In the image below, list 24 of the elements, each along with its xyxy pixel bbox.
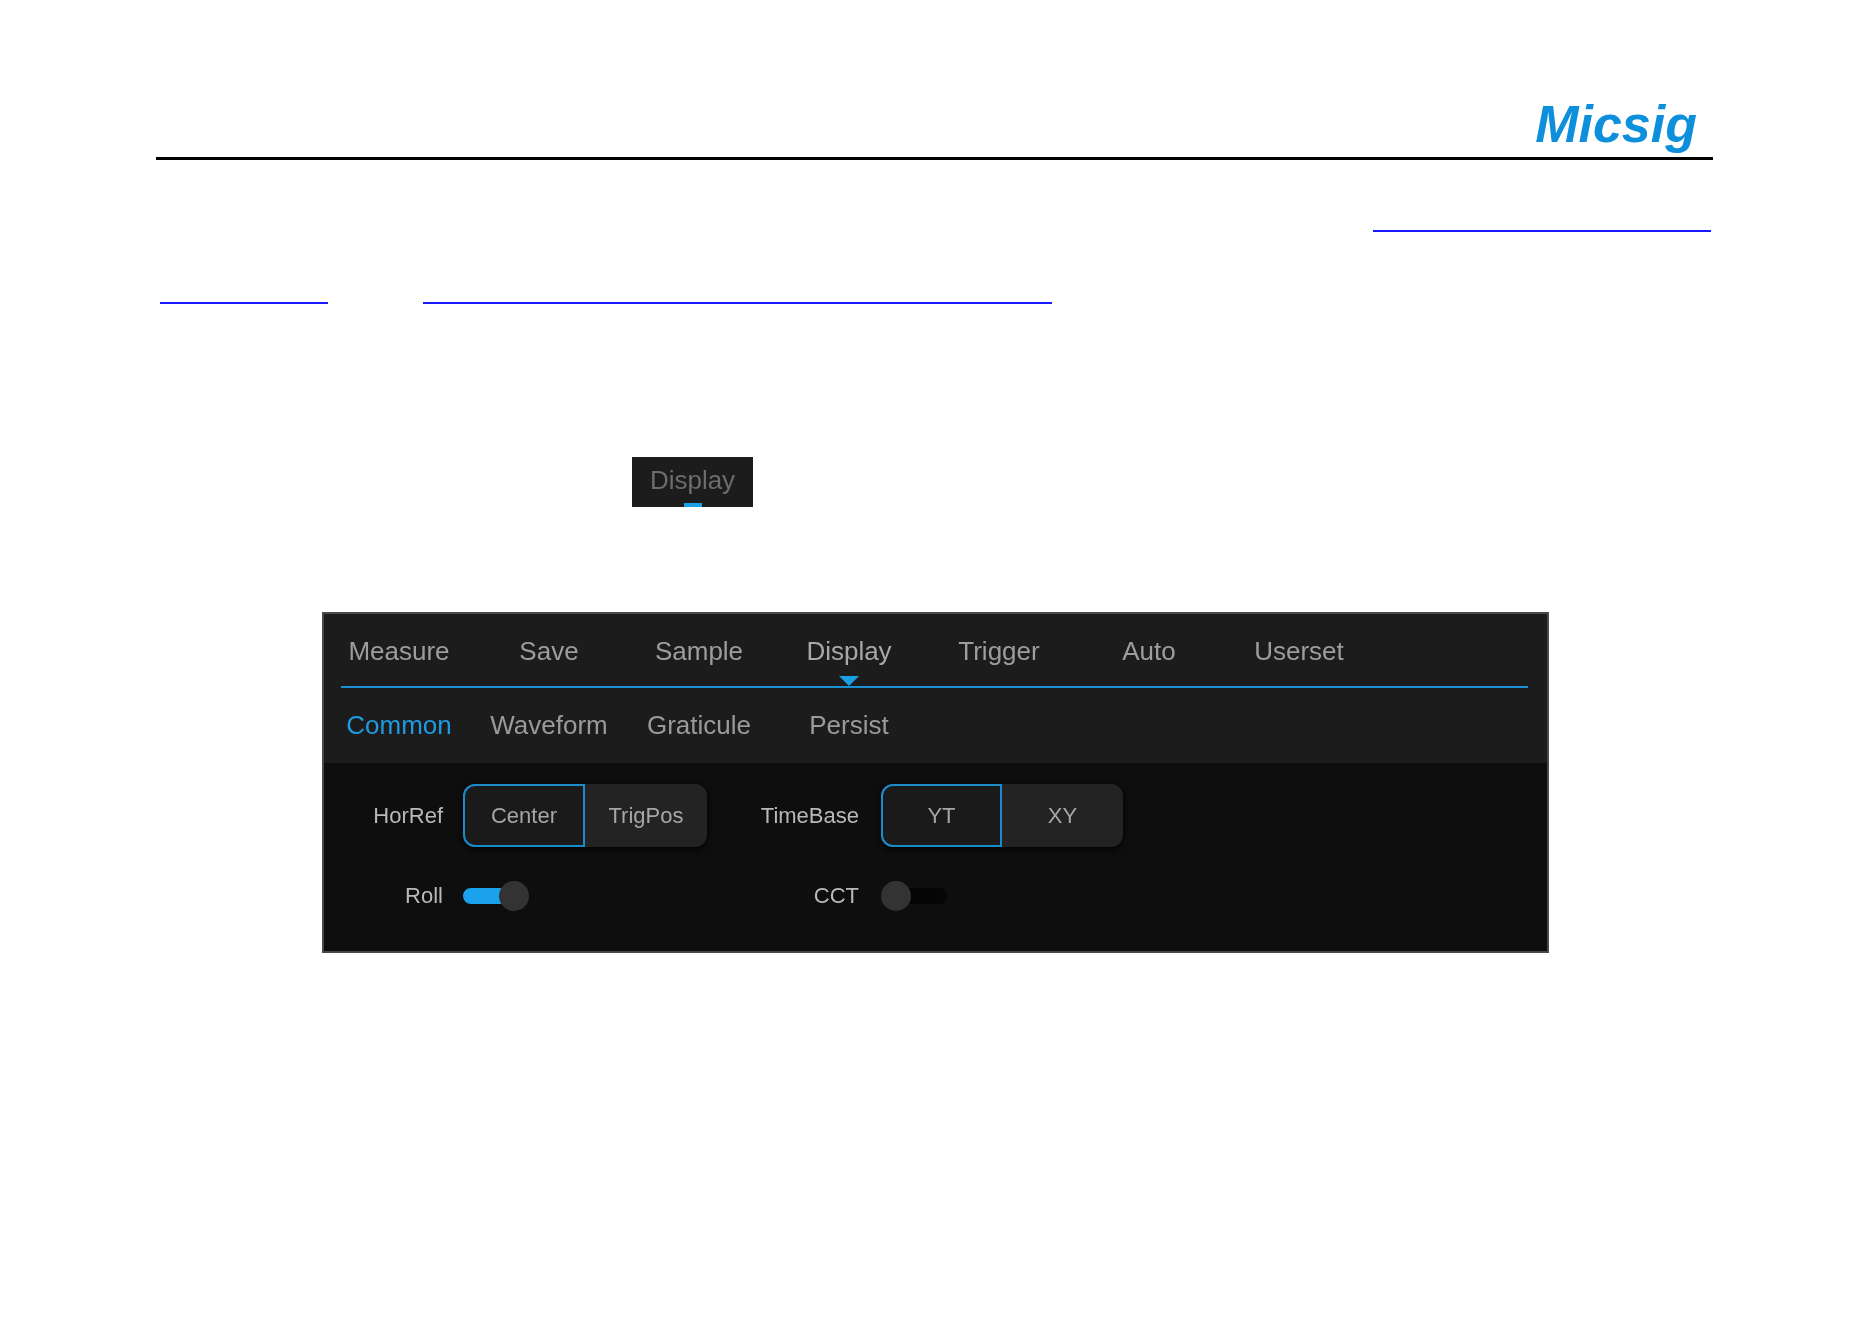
segment-option[interactable]: XY [1002, 784, 1123, 847]
field-label: Roll [405, 882, 443, 910]
menu-tab[interactable]: Sample [624, 614, 774, 686]
field-label: TimeBase [760, 801, 859, 830]
segment-option[interactable]: TrigPos [585, 784, 707, 847]
triangle-marker-icon [839, 676, 859, 686]
menu-tab[interactable]: Save [474, 614, 624, 686]
indicator-bar-icon [683, 503, 702, 507]
submenu-tab[interactable]: Graticule [624, 710, 774, 740]
submenu-tab[interactable]: Waveform [474, 710, 624, 740]
field-label: HorRef [373, 801, 443, 830]
field-label: CCT [813, 882, 859, 910]
submenu-tab[interactable]: Common [324, 710, 474, 740]
submenu-tab[interactable]: Persist [774, 710, 924, 740]
menu-tab[interactable]: Trigger [924, 614, 1074, 686]
menu-tab[interactable]: Userset [1224, 614, 1374, 686]
menu-button[interactable]: Display [632, 457, 753, 507]
toggle-switch[interactable] [463, 881, 529, 911]
menu-tab[interactable]: Auto [1074, 614, 1224, 686]
menu-tab[interactable]: Display [774, 614, 924, 686]
toggle-switch[interactable] [881, 881, 947, 911]
menu-tab[interactable]: Measure [324, 614, 474, 686]
segment-option[interactable]: YT [881, 784, 1002, 847]
segment-option[interactable]: Center [463, 784, 585, 847]
